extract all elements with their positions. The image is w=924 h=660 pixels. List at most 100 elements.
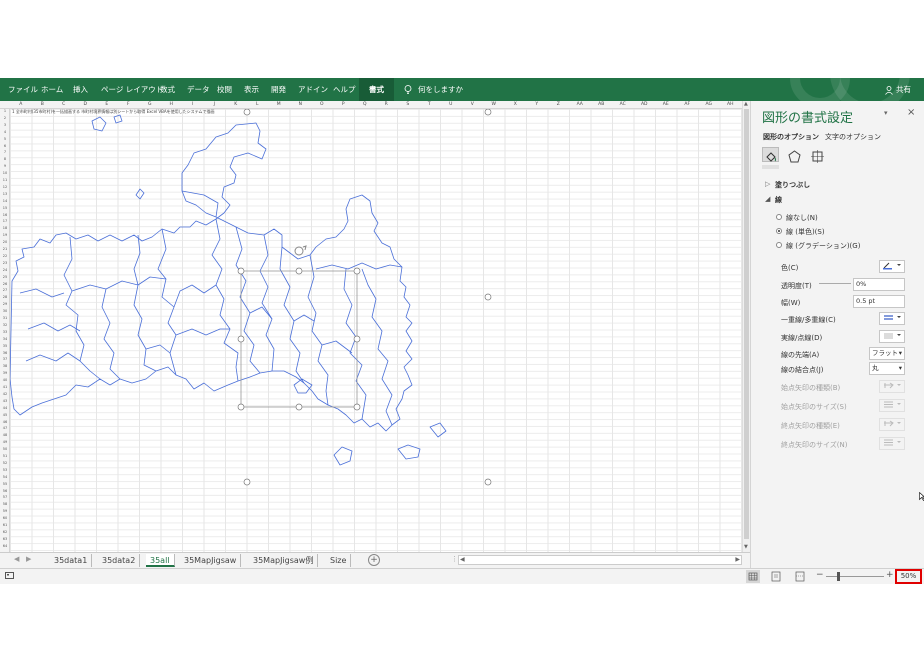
fill-section-header[interactable]: 塗りつぶし — [775, 180, 810, 190]
row-header-cell[interactable]: 49 — [0, 440, 10, 444]
row-header-cell[interactable]: 36 — [0, 351, 10, 355]
row-header-cell[interactable]: 26 — [0, 282, 10, 286]
tab-file[interactable]: ファイル — [8, 78, 38, 101]
sheet-nav-prev-icon[interactable]: ◀ — [14, 555, 19, 563]
column-header-cell[interactable]: AA — [569, 101, 591, 109]
row-header-cell[interactable]: 32 — [0, 323, 10, 327]
row-header-cell[interactable]: 13 — [0, 192, 10, 196]
end-arrow-type-dropdown[interactable] — [879, 418, 905, 431]
scroll-up-arrow-icon[interactable]: ▲ — [744, 101, 748, 107]
zoom-slider-thumb[interactable] — [837, 572, 840, 581]
row-header-cell[interactable]: 31 — [0, 316, 10, 320]
row-header-cell[interactable]: 19 — [0, 233, 10, 237]
row-header-cell[interactable]: 27 — [0, 288, 10, 292]
row-header-cell[interactable]: 55 — [0, 482, 10, 486]
tab-home[interactable]: ホーム — [41, 78, 63, 101]
begin-arrow-size-dropdown[interactable] — [879, 399, 905, 412]
row-header-cell[interactable]: 25 — [0, 275, 10, 279]
tab-help[interactable]: ヘルプ — [333, 78, 356, 101]
column-header-cell[interactable]: AG — [698, 101, 720, 109]
transparency-slider[interactable] — [819, 283, 851, 284]
row-header-cell[interactable]: 35 — [0, 344, 10, 348]
vertical-scrollbar[interactable]: ▲ ▼ — [742, 101, 750, 552]
column-header-cell[interactable]: N — [290, 101, 312, 109]
compound-type-dropdown[interactable] — [879, 312, 905, 325]
column-header-cell[interactable]: W — [483, 101, 505, 109]
size-properties-icon[interactable] — [811, 148, 824, 167]
column-header-cell[interactable]: AF — [677, 101, 699, 109]
column-header-cell[interactable]: M — [268, 101, 290, 109]
column-header-cell[interactable]: Q — [354, 101, 376, 109]
row-header-cell[interactable]: 38 — [0, 364, 10, 368]
row-header-cell[interactable]: 62 — [0, 530, 10, 534]
scroll-left-arrow-icon[interactable]: ◀ — [460, 556, 465, 563]
row-header-cell[interactable]: 8 — [0, 157, 10, 161]
macro-record-icon[interactable] — [5, 571, 14, 582]
column-header-cell[interactable]: O — [311, 101, 333, 109]
sheet-tab-size[interactable]: Size — [326, 554, 352, 567]
column-header-cell[interactable]: S — [397, 101, 419, 109]
row-header-cell[interactable]: 58 — [0, 502, 10, 506]
column-header-cell[interactable]: AC — [612, 101, 634, 109]
tab-developer[interactable]: 開発 — [271, 78, 286, 101]
row-header-cell[interactable]: 15 — [0, 206, 10, 210]
row-header-cell[interactable]: 37 — [0, 357, 10, 361]
row-header-cell[interactable]: 45 — [0, 413, 10, 417]
row-header-cell[interactable]: 12 — [0, 185, 10, 189]
row-header-cell[interactable]: 54 — [0, 475, 10, 479]
column-header-cell[interactable]: P — [333, 101, 355, 109]
effects-pentagon-icon[interactable] — [788, 148, 801, 167]
row-header-cell[interactable]: 48 — [0, 433, 10, 437]
tab-page-layout[interactable]: ページ レイアウト — [101, 78, 163, 101]
add-sheet-button[interactable]: + — [368, 554, 380, 566]
line-color-picker[interactable] — [879, 260, 905, 273]
column-header-cell[interactable]: AB — [591, 101, 613, 109]
tab-formulas[interactable]: 数式 — [160, 78, 175, 101]
share-user-icon[interactable] — [885, 78, 893, 101]
zoom-out-icon[interactable]: − — [816, 570, 824, 580]
row-header-cell[interactable]: 5 — [0, 137, 10, 141]
column-header-cell[interactable]: H — [161, 101, 183, 109]
row-header-cell[interactable]: 56 — [0, 489, 10, 493]
column-header-cell[interactable]: J — [204, 101, 226, 109]
row-header-cell[interactable]: 39 — [0, 371, 10, 375]
end-arrow-size-dropdown[interactable] — [879, 437, 905, 450]
column-header-cell[interactable]: R — [376, 101, 398, 109]
row-header-cell[interactable]: 1 — [0, 109, 10, 113]
sheet-tab-35mapjigsaw-example[interactable]: 35MapJigsaw例 — [249, 554, 319, 567]
row-header-cell[interactable]: 40 — [0, 378, 10, 382]
column-header-cell[interactable]: F — [118, 101, 140, 109]
view-page-break-icon[interactable] — [794, 571, 806, 584]
zoom-level[interactable]: 50% — [895, 569, 922, 584]
cap-type-dropdown[interactable]: フラット ▾ — [869, 347, 905, 360]
sheet-tab-35all[interactable]: 35all — [146, 554, 175, 567]
column-header-cell[interactable]: Z — [548, 101, 570, 109]
worksheet-grid[interactable]: 1 全市町村(35市町村)を一括描画する 市町村境界情報は別シートから取得 Ex… — [10, 109, 742, 552]
row-header-cell[interactable]: 2 — [0, 116, 10, 120]
radio-line-solid[interactable] — [776, 228, 782, 234]
column-header-cell[interactable]: L — [247, 101, 269, 109]
column-header-cell[interactable]: X — [505, 101, 527, 109]
tab-split-handle-icon[interactable]: ⋮ — [451, 555, 458, 563]
row-header-cell[interactable]: 16 — [0, 213, 10, 217]
row-header-cell[interactable]: 50 — [0, 447, 10, 451]
scroll-right-arrow-icon[interactable]: ▶ — [735, 556, 740, 563]
row-header-cell[interactable]: 51 — [0, 454, 10, 458]
tab-text-options[interactable]: 文字のオプション — [825, 132, 881, 142]
tab-data[interactable]: データ — [187, 78, 210, 101]
column-header-cell[interactable]: C — [53, 101, 75, 109]
tab-view[interactable]: 表示 — [244, 78, 259, 101]
tab-format[interactable]: 書式 — [359, 78, 394, 101]
row-header-cell[interactable]: 44 — [0, 406, 10, 410]
row-header-cell[interactable]: 29 — [0, 302, 10, 306]
column-header-cell[interactable]: D — [75, 101, 97, 109]
column-header-cell[interactable]: Y — [526, 101, 548, 109]
row-header-cell[interactable]: 21 — [0, 247, 10, 251]
pane-close-icon[interactable]: × — [907, 107, 915, 118]
row-header-cell[interactable]: 4 — [0, 130, 10, 134]
column-header-cell[interactable]: A — [10, 101, 32, 109]
scroll-down-arrow-icon[interactable]: ▼ — [744, 544, 748, 550]
row-header-cell[interactable]: 59 — [0, 509, 10, 513]
row-header-cell[interactable]: 24 — [0, 268, 10, 272]
tell-me-search[interactable]: 何をしますか — [418, 78, 463, 101]
